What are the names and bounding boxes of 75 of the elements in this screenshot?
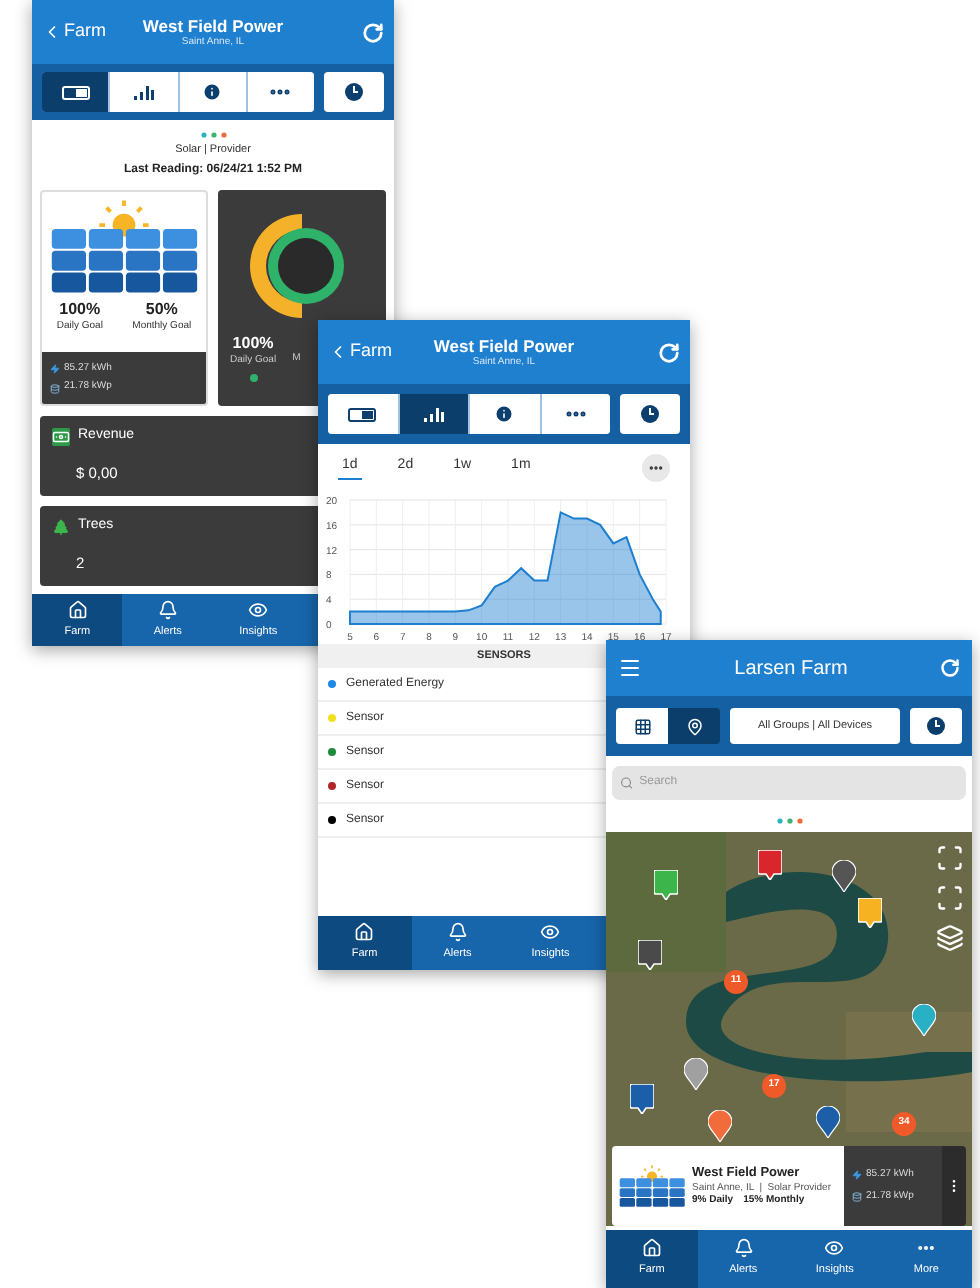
percent-value: 50% [145, 300, 178, 320]
map-view-button[interactable] [668, 708, 720, 744]
screen-title: West Field Power [142, 15, 284, 37]
focus-button[interactable] [936, 844, 964, 872]
page-dots-icon [775, 817, 803, 823]
solar-panel-drawing [618, 1162, 686, 1210]
tab-button[interactable] [328, 394, 397, 434]
map-pin[interactable] [832, 860, 856, 892]
percent-value: 100% [59, 300, 101, 320]
bell-icon [157, 599, 178, 620]
back-button[interactable]: Farm [328, 338, 392, 366]
refresh-icon [658, 341, 680, 363]
tab-button[interactable] [470, 394, 539, 434]
screen-title: Larsen Farm [732, 655, 850, 683]
cluster-button[interactable] [936, 884, 964, 912]
house-icon [641, 1238, 662, 1259]
eye-icon [248, 599, 269, 620]
map-pin[interactable] [708, 1110, 732, 1142]
info-icon [494, 404, 515, 424]
lightning-icon [852, 1170, 862, 1181]
clock-icon [640, 404, 660, 424]
refresh-button[interactable] [362, 21, 384, 43]
search-icon [620, 775, 634, 789]
tab-button[interactable] [110, 72, 177, 112]
map-marker[interactable] [630, 1084, 654, 1114]
bar-chart-icon [133, 84, 154, 100]
map-marker[interactable] [758, 850, 782, 880]
eye-icon [540, 922, 561, 943]
bar-chart-icon [423, 406, 444, 422]
refresh-icon [362, 21, 384, 43]
refresh-icon [940, 658, 960, 678]
grid-view-button[interactable] [616, 708, 668, 744]
clock-icon [344, 82, 364, 102]
map-pin-icon [685, 717, 703, 735]
house-icon [354, 922, 375, 943]
refresh-button[interactable] [658, 341, 680, 363]
back-button[interactable]: Farm [42, 18, 106, 46]
scan-icon [936, 884, 964, 912]
bell-icon [733, 1238, 754, 1259]
toggle-icon [61, 85, 90, 99]
clock-icon [926, 716, 946, 736]
house-icon [67, 599, 88, 620]
tree-icon [52, 518, 70, 536]
tab-button[interactable] [620, 394, 680, 434]
tab-button[interactable] [324, 72, 384, 112]
layers-button[interactable] [936, 924, 964, 952]
more-icon [648, 460, 664, 476]
screen-title: West Field Power [433, 335, 575, 357]
tab-button[interactable] [179, 72, 246, 112]
map-marker[interactable] [858, 898, 882, 928]
lightning-icon [50, 364, 60, 374]
money-icon [52, 428, 70, 446]
menu-icon [618, 656, 642, 680]
menu-button[interactable] [618, 656, 642, 680]
map-pin[interactable] [684, 1058, 708, 1090]
percent-value: 100% [232, 334, 274, 355]
page-dots-icon [199, 132, 227, 138]
meter-icon [852, 1191, 862, 1202]
grid-icon [633, 717, 651, 735]
meter-icon [50, 383, 60, 393]
map-pin[interactable] [912, 1004, 936, 1036]
focus-icon [936, 844, 964, 872]
map-marker[interactable] [654, 870, 678, 900]
tab-button[interactable] [42, 72, 109, 112]
map-pin[interactable] [816, 1106, 840, 1138]
tab-button[interactable] [399, 394, 468, 434]
eye-icon [824, 1238, 845, 1259]
clock-button[interactable] [910, 708, 962, 744]
toggle-icon [348, 407, 377, 421]
info-icon [202, 82, 223, 102]
bell-icon [447, 922, 468, 943]
refresh-button[interactable] [940, 658, 960, 678]
more-button[interactable] [642, 454, 670, 482]
map-marker[interactable] [638, 940, 662, 970]
layers-icon [936, 924, 964, 952]
